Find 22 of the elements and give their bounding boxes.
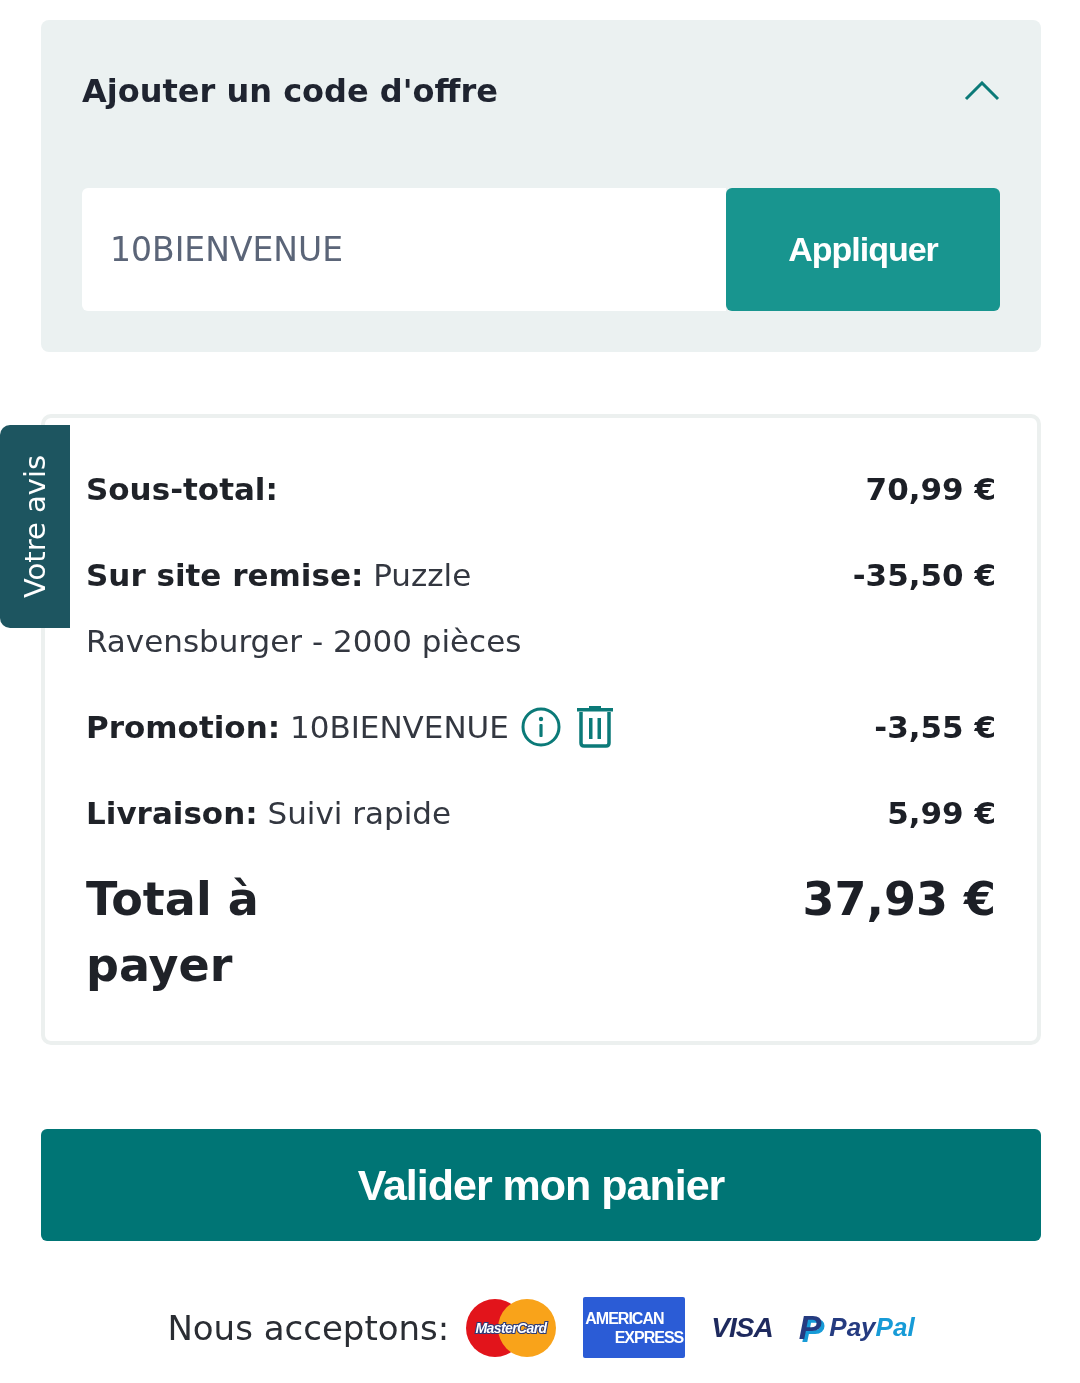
summary-label: Livraison: Suivi rapide [86, 794, 452, 833]
total-label: Total à payer [86, 871, 260, 994]
checkout-button[interactable]: Valider mon panier [41, 1129, 1041, 1241]
offer-code-field[interactable]: 10BIENVENUE [82, 188, 726, 311]
summary-label: Sous-total: [86, 470, 278, 509]
info-icon[interactable] [520, 707, 561, 747]
summary-amount: -35,50 € [852, 556, 996, 595]
summary-amount: -3,55 € [874, 708, 996, 747]
summary-label: Sur site remise: Puzzle Ravensburger - 2000 pièces [86, 556, 523, 661]
feedback-tab[interactable]: Votre avis [0, 425, 70, 628]
payment-logo: VISA [711, 1311, 773, 1344]
summary-amount: 70,99 € [865, 470, 996, 509]
panel-title: Ajouter un code d'offre [82, 71, 498, 112]
payment-label: Nous acceptons: [167, 1307, 450, 1348]
trash-icon[interactable] [576, 706, 613, 748]
apply-button[interactable]: Appliquer [726, 188, 1000, 311]
chevron-up-icon[interactable] [964, 81, 1000, 101]
total-amount: 37,93 € [802, 871, 996, 928]
summary-label: Promotion: 10BIENVENUE [86, 708, 509, 747]
summary-amount: 5,99 € [887, 794, 996, 833]
payment-logo: AMERICAN EXPRESS [583, 1297, 686, 1358]
payment-logo: P PayPal [798, 1308, 915, 1347]
